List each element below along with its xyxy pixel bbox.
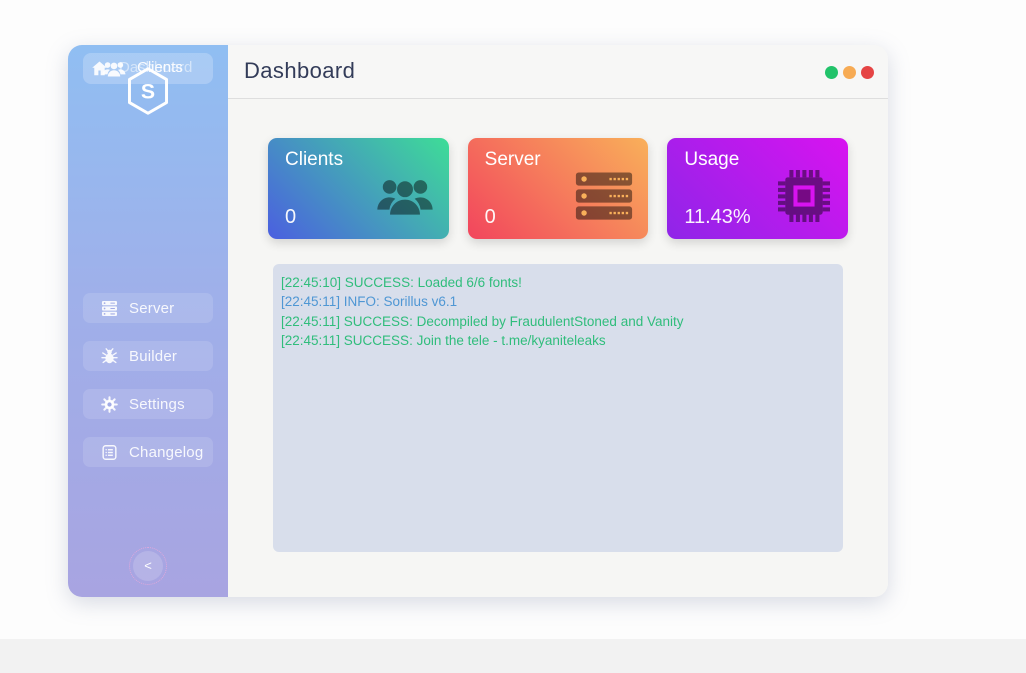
log-line: [22:45:11] SUCCESS: Decompiled by Fraudu… (281, 312, 835, 331)
card-value: 11.43% (684, 206, 750, 229)
titlebar: Dashboard (228, 45, 888, 99)
server-stack-icon (575, 170, 633, 222)
changelog-icon (100, 443, 119, 462)
page-background-band (0, 639, 1026, 673)
users-group-icon (376, 170, 434, 222)
sidebar-item-label: Server (129, 300, 174, 317)
sidebar-item-settings[interactable]: Settings (83, 389, 213, 419)
card-title: Usage (684, 149, 739, 171)
logo-letter: S (141, 79, 155, 103)
sidebar-item-label: Settings (129, 396, 185, 413)
gear-icon (100, 395, 119, 414)
card-title: Clients (285, 149, 343, 171)
cpu-icon (775, 170, 833, 222)
bug-icon (100, 347, 119, 366)
main-panel: Dashboard Clients 0 Server 0 Usage 11.43% (228, 45, 888, 597)
sidebar-item-label: Builder (129, 348, 177, 365)
app-window: Dashboard Clients S Server Builder (68, 45, 888, 597)
dashboard-content: Clients 0 Server 0 Usage 11.43% [22:45:10] … (228, 99, 888, 552)
stat-cards: Clients 0 Server 0 Usage 11.43% (228, 99, 888, 239)
sidebar-item-server[interactable]: Server (83, 293, 213, 323)
card-clients: Clients 0 (268, 138, 449, 239)
red-traffic-light[interactable] (861, 66, 874, 79)
log-line: [22:45:11] INFO: Sorillus v6.1 (281, 292, 835, 311)
card-title: Server (485, 149, 541, 171)
card-usage: Usage 11.43% (667, 138, 848, 239)
sidebar: Dashboard Clients S Server Builder (68, 45, 228, 597)
sidebar-collapse-button[interactable]: < (133, 551, 163, 581)
sidebar-item-builder[interactable]: Builder (83, 341, 213, 371)
sidebar-item-changelog[interactable]: Changelog (83, 437, 213, 467)
hexagon-s-logo: S (68, 66, 228, 121)
green-traffic-light[interactable] (825, 66, 838, 79)
orange-traffic-light[interactable] (843, 66, 856, 79)
traffic-lights (825, 66, 874, 79)
log-console[interactable]: [22:45:10] SUCCESS: Loaded 6/6 fonts![22… (273, 264, 843, 552)
sidebar-item-label: Changelog (129, 444, 203, 461)
log-line: [22:45:10] SUCCESS: Loaded 6/6 fonts! (281, 273, 835, 292)
page-title: Dashboard (244, 58, 355, 84)
log-line: [22:45:11] SUCCESS: Join the tele - t.me… (281, 331, 835, 350)
card-value: 0 (285, 206, 296, 229)
card-server: Server 0 (468, 138, 649, 239)
sidebar-menu: Server Builder Settings Changelog (83, 293, 213, 485)
card-value: 0 (485, 206, 496, 229)
server-icon (100, 299, 119, 318)
